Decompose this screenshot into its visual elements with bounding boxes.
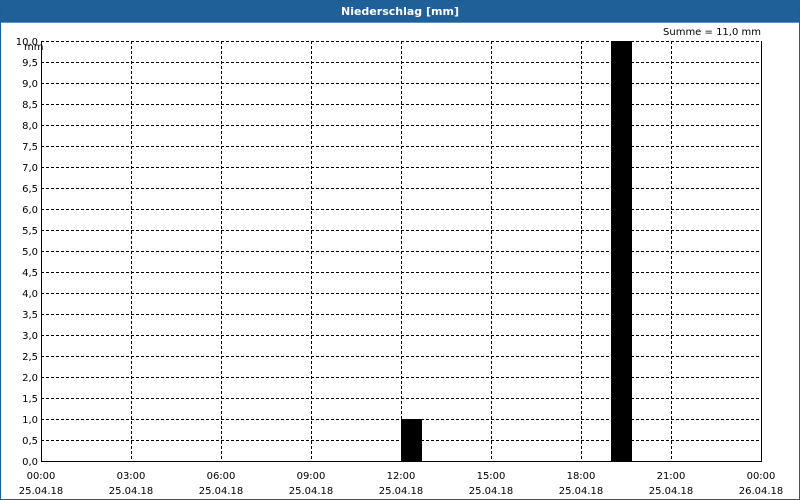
x-tick-time: 21:00 xyxy=(657,471,686,482)
x-tick-time: 00:00 xyxy=(747,471,776,482)
x-tick-date: 25.04.18 xyxy=(649,486,694,497)
y-tick-labels: 0,0 0,5 1,0 1,5 2,0 2,5 3,0 3,5 4,0 4,5 5,0 5,5 6,0 6… xyxy=(16,37,38,468)
x-tick-time: 12:00 xyxy=(387,471,416,482)
y-tick-label: 0,5 xyxy=(22,436,38,447)
x-tick-time: 06:00 xyxy=(207,471,236,482)
bar xyxy=(611,41,632,461)
x-tick-time: 00:00 xyxy=(27,471,56,482)
y-tick-label: 7,5 xyxy=(22,142,38,153)
x-tick-labels: 00:00 25.04.18 03:00 25.04.18 06:00 25.04.18 0… xyxy=(19,471,784,497)
y-tick-label: 0,0 xyxy=(22,457,38,468)
x-tick-date: 25.04.18 xyxy=(379,486,424,497)
x-tick-date: 25.04.18 xyxy=(109,486,154,497)
y-tick-label: 2,5 xyxy=(22,352,38,363)
y-tick-label: 5,0 xyxy=(22,247,38,258)
y-tick-label: 6,0 xyxy=(22,205,38,216)
x-tick-date: 25.04.18 xyxy=(559,486,604,497)
x-tick-time: 09:00 xyxy=(297,471,326,482)
y-tick-label: 7,0 xyxy=(22,163,38,174)
y-tick-label: 8,0 xyxy=(22,121,38,132)
chart-svg: mm 0,00,51,01,52,02,53,03,54,04,55,05,56… xyxy=(16,37,784,497)
y-tick-label: 5,5 xyxy=(22,226,38,237)
x-tick-date: 25.04.18 xyxy=(469,486,514,497)
y-tick-label: 4,0 xyxy=(22,289,38,300)
grid-lines xyxy=(41,41,761,461)
x-tick-date: 26.04.18 xyxy=(739,486,784,497)
y-tick-label: 1,0 xyxy=(22,415,38,426)
y-tick-label: 9,5 xyxy=(22,58,38,69)
x-tick-date: 25.04.18 xyxy=(19,486,64,497)
y-tick-label: 6,5 xyxy=(22,184,38,195)
bar xyxy=(401,419,422,461)
y-tick-label: 3,0 xyxy=(22,331,38,342)
x-tick-time: 15:00 xyxy=(477,471,506,482)
y-tick-label: 3,5 xyxy=(22,310,38,321)
y-tick-label: 9,0 xyxy=(22,79,38,90)
y-tick-label: 1,5 xyxy=(22,394,38,405)
x-tick-date: 25.04.18 xyxy=(289,486,334,497)
x-tick-time: 18:00 xyxy=(567,471,596,482)
y-tick-label: 4,5 xyxy=(22,268,38,279)
y-tick-label: 8,5 xyxy=(22,100,38,111)
x-tick-time: 03:00 xyxy=(117,471,146,482)
y-tick-label: 2,0 xyxy=(22,373,38,384)
x-tick-date: 25.04.18 xyxy=(199,486,244,497)
y-tick-label: 10,0 xyxy=(16,37,38,48)
